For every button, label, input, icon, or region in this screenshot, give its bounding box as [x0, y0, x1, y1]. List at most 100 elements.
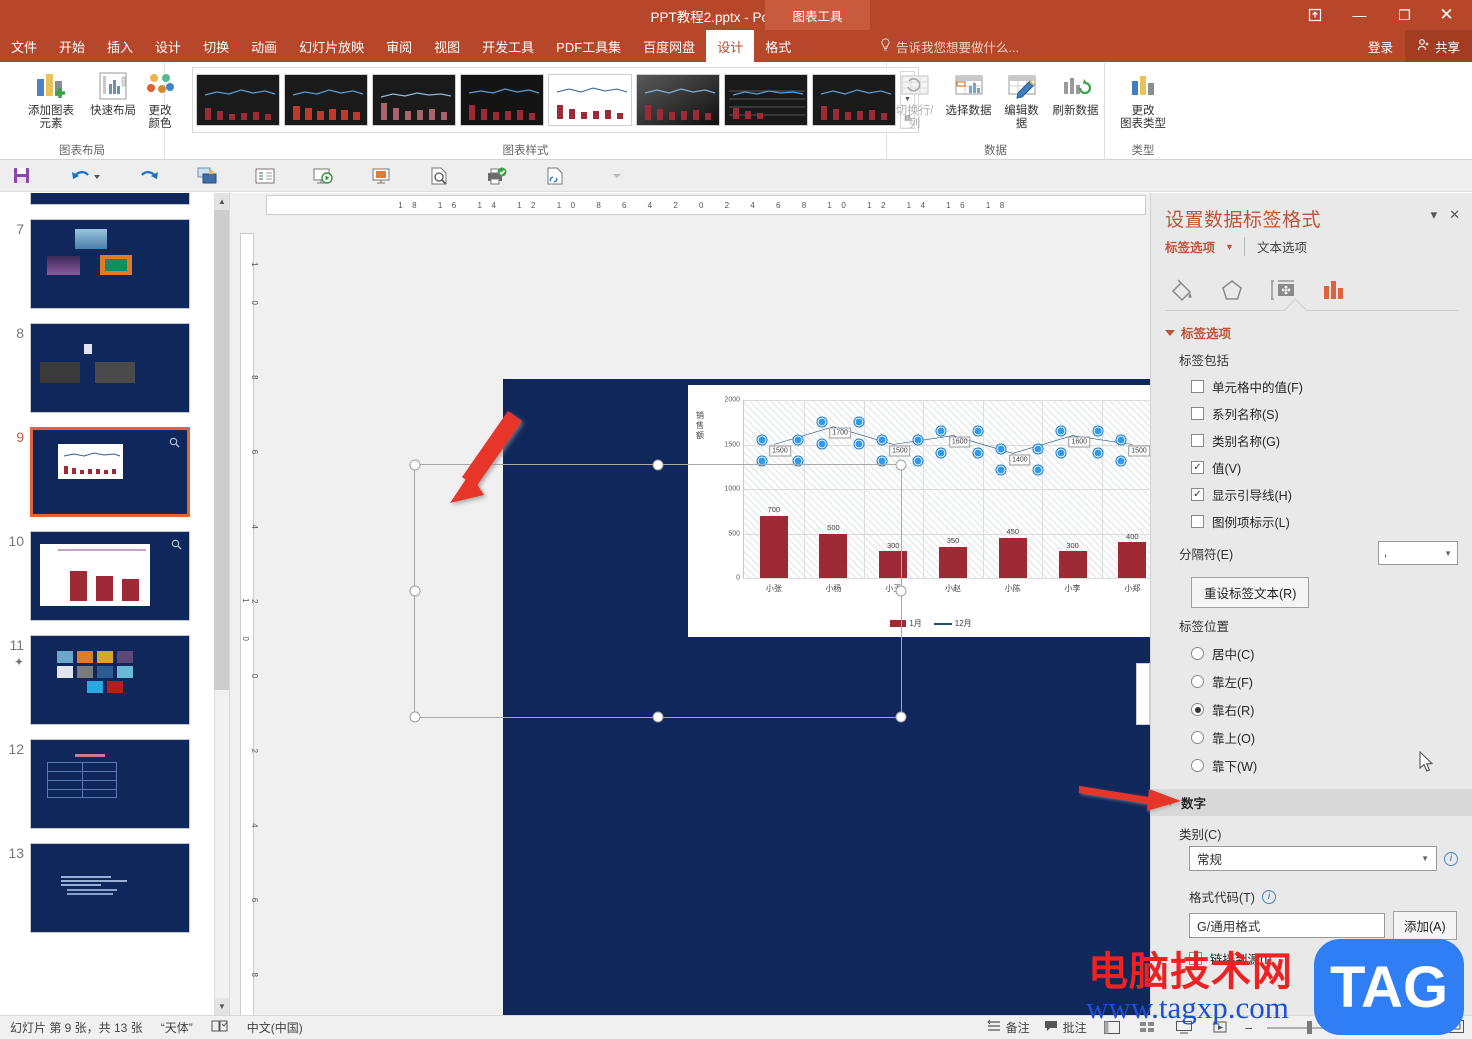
selection-handle[interactable] — [914, 436, 923, 445]
present-icon[interactable] — [312, 165, 334, 187]
slideshow-icon[interactable] — [370, 165, 392, 187]
checkbox-value[interactable]: ✓ 值(V) — [1191, 458, 1458, 477]
chart-styles-gallery[interactable]: ▲ ▼ ▤ — [192, 67, 919, 133]
checkbox-box[interactable] — [1191, 515, 1204, 528]
tab-review[interactable]: 审阅 — [375, 30, 423, 62]
sign-in-button[interactable]: 登录 — [1356, 37, 1405, 56]
line-data-label-selected[interactable]: 1500 — [889, 445, 911, 456]
radio-right[interactable]: 靠右(R) — [1191, 700, 1458, 719]
legend-entry-line[interactable]: 12月 — [934, 618, 972, 629]
slide-canvas[interactable]: 销售额 姓名 — [503, 379, 1150, 1015]
chart-style-option[interactable] — [460, 74, 544, 126]
share-button[interactable]: 共享 — [1405, 30, 1472, 62]
slide-thumbnail-item-selected[interactable]: 9 — [0, 427, 229, 517]
change-chart-type-button[interactable]: 更改 图表类型 — [1112, 67, 1174, 133]
slideshow-view-icon[interactable] — [1209, 1019, 1231, 1037]
selection-handle[interactable] — [794, 457, 803, 466]
selection-handle[interactable] — [794, 436, 803, 445]
line-data-label-selected[interactable]: 1500 — [769, 445, 791, 456]
chart-style-option[interactable] — [372, 74, 456, 126]
slide-thumbnail[interactable] — [30, 193, 190, 205]
tab-transitions[interactable]: 切换 — [192, 30, 240, 62]
line-data-label-selected[interactable]: 1700 — [829, 427, 851, 438]
slide-editing-area[interactable]: 18 16 14 12 10 8 6 4 2 0 2 4 6 8 10 12 1… — [230, 193, 1150, 1015]
slide-thumbnail-item[interactable]: 12 — [0, 739, 229, 829]
maximize-button[interactable]: ❐ — [1382, 0, 1427, 30]
resize-handle-nw[interactable] — [410, 460, 421, 471]
selection-handle[interactable] — [1056, 448, 1065, 457]
chart-style-option[interactable] — [724, 74, 808, 126]
zoom-in-button[interactable]: + — [1389, 1020, 1397, 1036]
selection-handle[interactable] — [1116, 457, 1125, 466]
radio-button-selected[interactable] — [1191, 703, 1204, 716]
selection-handle[interactable] — [997, 466, 1006, 475]
selection-handle[interactable] — [877, 457, 886, 466]
checkbox-box-checked[interactable]: ✓ — [1189, 952, 1202, 965]
tab-pdf-tools[interactable]: PDF工具集 — [545, 30, 632, 62]
refresh-data-button[interactable]: 刷新数据 — [1050, 67, 1102, 120]
slide-thumbnail-item[interactable]: 7 — [0, 219, 229, 309]
selection-handle[interactable] — [854, 439, 863, 448]
comments-button[interactable]: 批注 — [1044, 1019, 1087, 1036]
selection-handle[interactable] — [974, 448, 983, 457]
checkbox-cell-value[interactable]: 单元格中的值(F) — [1191, 377, 1458, 396]
theme-label[interactable]: “天体” — [161, 1019, 193, 1036]
radio-center[interactable]: 居中(C) — [1191, 644, 1458, 663]
line-data-label-selected[interactable]: 1600 — [1068, 436, 1090, 447]
chart-legend[interactable]: 1月 12月 — [688, 618, 1150, 629]
resize-handle-w[interactable] — [410, 586, 421, 597]
redo-icon[interactable] — [138, 165, 160, 187]
tab-insert[interactable]: 插入 — [96, 30, 144, 62]
slide-count-label[interactable]: 幻灯片 第 9 张，共 13 张 — [10, 1019, 143, 1036]
tab-file[interactable]: 文件 — [0, 30, 48, 62]
switch-row-column-button[interactable]: 切换行/列 — [890, 67, 940, 133]
reset-label-text-button[interactable]: 重设标签文本(R) — [1191, 577, 1309, 608]
separator-dropdown[interactable]: , ▼ — [1378, 541, 1458, 565]
tab-developer[interactable]: 开发工具 — [471, 30, 545, 62]
effects-icon[interactable] — [1219, 277, 1245, 306]
tab-chart-design[interactable]: 设计 — [706, 30, 754, 62]
selection-handle[interactable] — [1116, 436, 1125, 445]
tab-baidu-netdisk[interactable]: 百度网盘 — [632, 30, 706, 62]
selection-handle[interactable] — [1033, 466, 1042, 475]
line-series[interactable] — [744, 400, 1150, 578]
edit-data-button[interactable]: 编辑数 据 — [998, 67, 1046, 133]
radio-button[interactable] — [1191, 759, 1204, 772]
restore-window-icon[interactable] — [1292, 0, 1337, 30]
slide-thumbnail-item[interactable]: 10 — [0, 531, 229, 621]
checkbox-link-to-source[interactable]: ✓ 链接到源(I) — [1189, 949, 1458, 968]
chart-style-option[interactable] — [284, 74, 368, 126]
plot-area[interactable]: 2000 1500 1000 500 0 — [743, 400, 1150, 579]
checkbox-box-checked[interactable]: ✓ — [1191, 461, 1204, 474]
undo-icon[interactable] — [68, 165, 102, 187]
add-format-button[interactable]: 添加(A) — [1393, 911, 1457, 940]
radio-below[interactable]: 靠下(W) — [1191, 756, 1458, 775]
slide-thumbnail[interactable] — [30, 739, 190, 829]
language-label[interactable]: 中文(中国) — [247, 1019, 303, 1036]
outline-icon[interactable] — [254, 165, 276, 187]
reading-view-icon[interactable] — [1173, 1019, 1195, 1037]
notes-button[interactable]: 备注 — [987, 1019, 1030, 1036]
format-data-labels-pane[interactable]: ▾ ✕ 设置数据标签格式 标签选项 ▼ 文本选项 标签选项 — [1150, 193, 1472, 1015]
tab-text-options[interactable]: 文本选项 — [1244, 237, 1307, 256]
slide-thumbnail-item[interactable]: 11✦ — [0, 635, 229, 725]
info-icon[interactable]: i — [1444, 852, 1458, 866]
tab-animations[interactable]: 动画 — [240, 30, 288, 62]
selection-handle[interactable] — [937, 427, 946, 436]
selection-handle[interactable] — [1056, 427, 1065, 436]
slide-thumbnail[interactable] — [30, 531, 190, 621]
chart-object[interactable]: 销售额 姓名 — [688, 385, 1150, 637]
scroll-up-icon[interactable]: ▲ — [215, 193, 229, 210]
fit-to-window-icon[interactable] — [1449, 1020, 1464, 1036]
radio-button[interactable] — [1191, 675, 1204, 688]
pane-options-caret-icon[interactable]: ▾ — [1431, 207, 1438, 223]
selection-handle[interactable] — [974, 427, 983, 436]
selection-handle[interactable] — [937, 448, 946, 457]
tab-home[interactable]: 开始 — [48, 30, 96, 62]
fill-icon[interactable] — [1169, 277, 1195, 306]
section-number[interactable]: 数字 — [1151, 789, 1472, 816]
category-dropdown[interactable]: 常规 ▼ — [1189, 846, 1437, 871]
line-data-label-selected[interactable]: 1400 — [1009, 454, 1031, 465]
tab-label-options[interactable]: 标签选项 — [1165, 237, 1215, 256]
slide-thumbnail-panel[interactable]: 6 7 8 — [0, 193, 230, 1015]
